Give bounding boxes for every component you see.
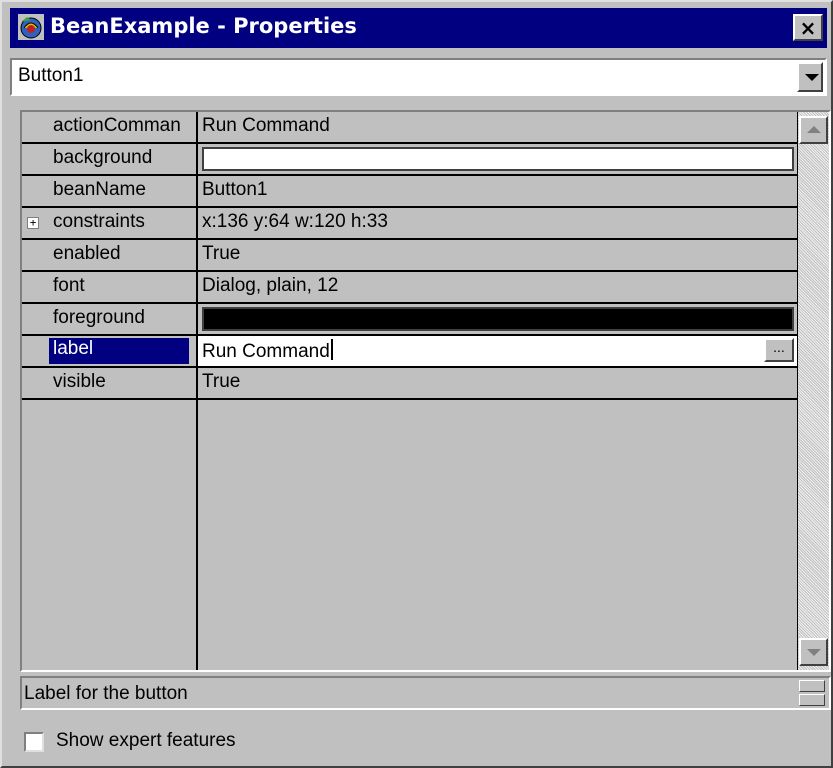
title-bar[interactable]: BeanExample - Properties × xyxy=(10,8,827,48)
close-button[interactable]: × xyxy=(793,14,823,41)
ellipsis-button[interactable]: ... xyxy=(764,338,794,362)
property-grid: actionComman Run Command background bean… xyxy=(22,112,798,670)
property-row-foreground[interactable]: foreground xyxy=(22,304,797,336)
property-row-visible[interactable]: visible True xyxy=(22,368,797,400)
properties-window: BeanExample - Properties × Button1 actio… xyxy=(0,0,833,768)
bean-selector-dropdown[interactable]: Button1 xyxy=(10,58,827,96)
property-value[interactable]: Run Command xyxy=(202,115,330,137)
property-row-background[interactable]: background xyxy=(22,144,797,176)
property-name: background xyxy=(53,147,153,168)
property-name: constraints xyxy=(53,211,145,232)
property-value[interactable]: Dialog, plain, 12 xyxy=(202,275,338,297)
property-row-actionCommand[interactable]: actionComman Run Command xyxy=(22,112,797,144)
foreground-color-swatch[interactable] xyxy=(202,307,794,331)
chevron-down-icon[interactable] xyxy=(797,62,823,92)
expand-plus-icon[interactable]: + xyxy=(27,217,39,229)
property-value[interactable]: True xyxy=(202,243,240,265)
property-description: Label for the button xyxy=(24,683,188,704)
vertical-scrollbar[interactable] xyxy=(798,112,829,670)
bean-selector-value: Button1 xyxy=(18,65,84,86)
close-icon: × xyxy=(799,15,817,40)
property-row-enabled[interactable]: enabled True xyxy=(22,240,797,272)
property-name: beanName xyxy=(53,179,146,200)
show-expert-label[interactable]: Show expert features xyxy=(56,730,236,752)
property-name: font xyxy=(53,275,85,296)
description-scroll-icon[interactable] xyxy=(799,680,825,706)
property-row-constraints[interactable]: + constraints x:136 y:64 w:120 h:33 xyxy=(22,208,797,240)
scroll-up-arrow-icon[interactable] xyxy=(799,116,828,144)
bean-app-icon xyxy=(18,14,44,40)
description-panel: Label for the button xyxy=(20,676,831,710)
label-edit-text: Run Command xyxy=(202,339,333,363)
property-name: actionComman xyxy=(53,115,181,136)
property-row-label[interactable]: label Run Command ... xyxy=(22,336,797,368)
label-edit-field[interactable]: Run Command ... xyxy=(198,336,797,366)
property-sheet: actionComman Run Command background bean… xyxy=(20,110,831,672)
property-value[interactable]: x:136 y:64 w:120 h:33 xyxy=(202,211,388,233)
property-value[interactable]: True xyxy=(202,371,240,393)
scroll-down-arrow-icon[interactable] xyxy=(799,638,828,666)
show-expert-checkbox[interactable] xyxy=(24,732,44,752)
label-edit-value: Run Command xyxy=(202,341,330,362)
property-name: enabled xyxy=(53,243,121,264)
background-color-swatch[interactable] xyxy=(202,147,794,171)
text-caret xyxy=(330,339,333,360)
property-name-selected: label xyxy=(49,338,189,364)
property-row-beanName[interactable]: beanName Button1 xyxy=(22,176,797,208)
property-name: visible xyxy=(53,371,106,392)
property-name: foreground xyxy=(53,307,145,328)
window-title: BeanExample - Properties xyxy=(50,14,357,38)
property-value[interactable]: Button1 xyxy=(202,179,268,201)
property-row-font[interactable]: font Dialog, plain, 12 xyxy=(22,272,797,304)
